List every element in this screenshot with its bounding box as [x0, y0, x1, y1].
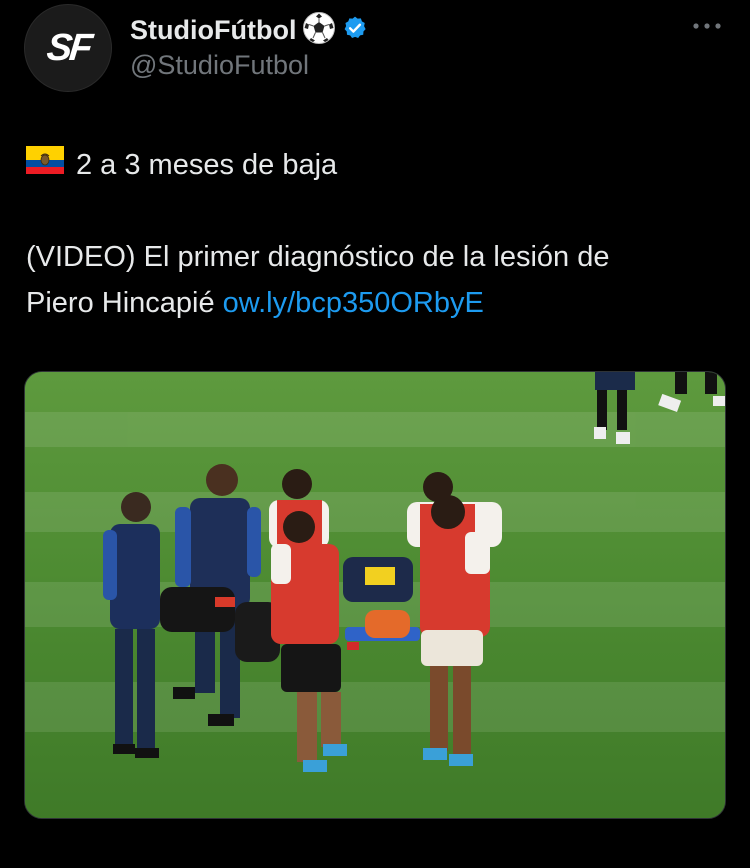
soccer-ball-icon	[302, 11, 336, 50]
avatar[interactable]: SF	[24, 4, 112, 92]
ecuador-flag-icon	[26, 142, 64, 188]
post-paragraph-2: (VIDEO) El primer diagnóstico de la lesi…	[26, 234, 716, 326]
post-text-name: Piero Hincapié	[26, 287, 223, 319]
post-text-headline: 2 a 3 meses de baja	[76, 149, 338, 181]
verified-badge-icon	[342, 15, 368, 46]
author-name-row[interactable]: StudioFútbol	[130, 11, 368, 50]
avatar-logo-text: SF	[44, 26, 92, 69]
display-name[interactable]: StudioFútbol	[130, 15, 296, 46]
post-line-1: 2 a 3 meses de baja	[26, 142, 716, 188]
media-photo[interactable]	[24, 371, 726, 819]
post-link[interactable]: ow.ly/bcp350ORbyE	[223, 287, 484, 319]
handle[interactable]: @StudioFutbol	[130, 50, 309, 81]
tweet: SF StudioFútbol @StudioFutbol 2 a 3 mese…	[0, 0, 750, 868]
post-text-line-2: (VIDEO) El primer diagnóstico de la lesi…	[26, 241, 610, 273]
more-options-icon[interactable]	[690, 14, 724, 38]
post-text-line-3: Piero Hincapié ow.ly/bcp350ORbyE	[26, 280, 716, 326]
